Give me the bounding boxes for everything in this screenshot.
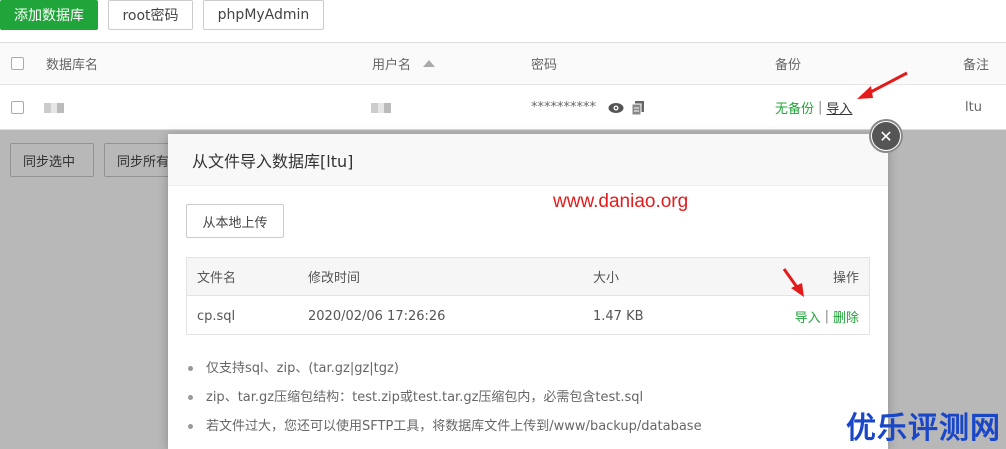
copy-icon[interactable] [632,100,644,115]
note-item: 仅支持sql、zip、(tar.gz|gz|tgz) [186,354,702,383]
col-mtime: 修改时间 [308,271,361,286]
note-item: zip、tar.gz压缩包结构：test.zip或test.tar.gz压缩包内… [186,383,702,412]
backup-status: 无备份 [775,102,815,117]
separator: | [818,100,823,115]
file-size: 1.47 KB [593,308,644,324]
phpmyadmin-button[interactable]: phpMyAdmin [203,0,324,30]
upload-local-button[interactable]: 从本地上传 [186,204,284,238]
root-password-button[interactable]: root密码 [108,0,193,30]
add-database-button[interactable]: 添加数据库 [0,0,98,30]
col-db-name[interactable]: 数据库名 [46,43,98,84]
col-username[interactable]: 用户名 [372,43,436,84]
blurred-username [371,102,391,113]
col-password: 密码 [531,58,558,73]
watermark-url: www.daniao.org [553,191,689,212]
col-note: 备注 [963,58,990,73]
annotation-arrow-icon [782,268,804,297]
col-username-label: 用户名 [372,58,412,73]
blurred-db-name [44,102,64,113]
import-link[interactable]: 导入 [826,98,852,117]
file-table: 文件名 修改时间 大小 操作 cp.sql 2020/02/06 17:26:2… [186,257,870,335]
col-actions: 操作 [832,271,859,286]
file-mtime: 2020/02/06 17:26:26 [308,308,446,324]
sort-asc-icon[interactable] [423,60,436,67]
file-name: cp.sql [197,308,236,324]
separator: | [824,308,829,324]
password-mask: ********** [531,100,596,115]
row-checkbox[interactable] [11,101,24,114]
help-notes: 仅支持sql、zip、(tar.gz|gz|tgz) zip、tar.gz压缩包… [186,354,702,441]
file-import-link[interactable]: 导入 [795,307,821,326]
file-delete-link[interactable]: 删除 [833,307,859,326]
annotation-arrow-icon [857,71,908,99]
dialog-title: 从文件导入数据库[ltu] [168,134,888,186]
col-size: 大小 [593,271,620,286]
row-note: ltu [965,100,982,115]
file-table-header: 文件名 修改时间 大小 操作 [187,258,869,296]
close-dialog-button[interactable]: ✕ [869,119,903,153]
note-item: 若文件过大，您还可以使用SFTP工具，将数据库文件上传到/www/backup/… [186,412,702,441]
table-row: cp.sql 2020/02/06 17:26:26 1.47 KB 导入 | … [187,296,869,336]
close-icon: ✕ [872,122,900,150]
watermark-brand: 优乐评测网 [846,411,1001,446]
select-all-checkbox[interactable] [11,57,24,70]
eye-icon[interactable] [608,102,624,114]
col-backup: 备份 [775,58,802,73]
col-filename: 文件名 [197,271,237,286]
